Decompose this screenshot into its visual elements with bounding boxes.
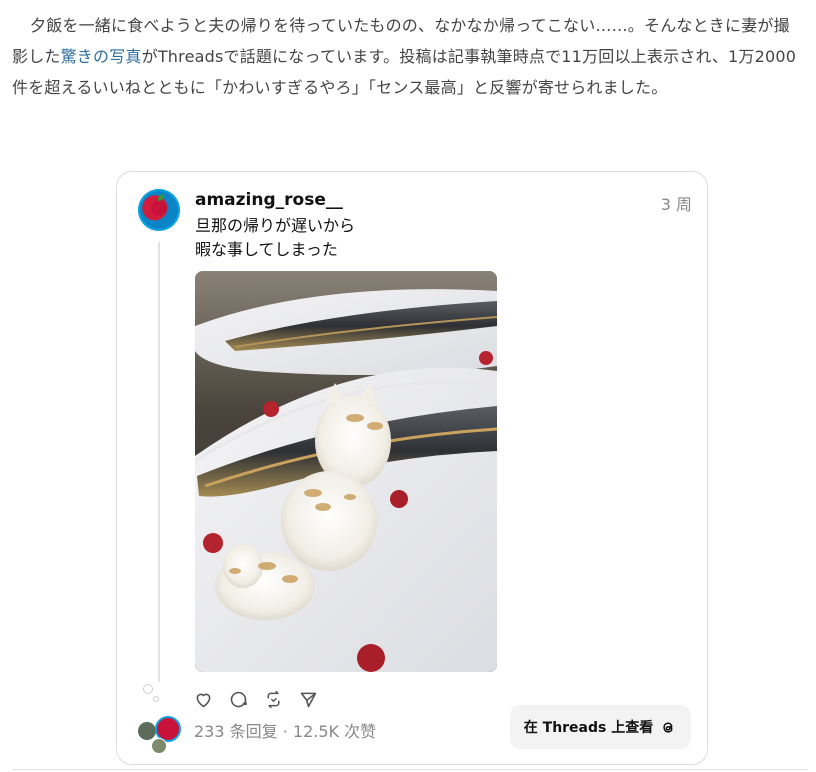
article-link-photo[interactable]: 驚きの写真 <box>61 47 142 66</box>
view-on-threads-label: 在 Threads 上查看 <box>523 720 654 736</box>
replier-avatar-3 <box>151 738 167 754</box>
post-time[interactable]: 3 周 <box>661 191 692 215</box>
post-text-line-2: 暇な事してしまった <box>195 240 338 259</box>
food-photo-illustration <box>195 271 497 672</box>
leaf-icon <box>158 194 164 201</box>
user-avatar[interactable] <box>138 189 180 231</box>
repost-icon[interactable] <box>263 689 284 710</box>
apple-icon <box>151 200 167 216</box>
post-photo[interactable] <box>195 271 497 672</box>
post-stats[interactable]: 233 条回复 · 12.5K 次赞 <box>194 718 376 742</box>
threads-logo-icon <box>663 722 673 733</box>
divider <box>12 769 808 770</box>
view-on-threads-button[interactable]: 在 Threads 上查看 <box>510 705 691 749</box>
replier-avatar-1 <box>137 721 157 741</box>
post-text: 旦那の帰りが遅いから 暇な事してしまった <box>195 214 355 262</box>
comment-icon[interactable] <box>228 689 249 710</box>
thread-end-dot-small <box>153 696 159 702</box>
article-paragraph: 夕飯を一緒に食べようと夫の帰りを待っていたものの、なかなか帰ってこない……。そん… <box>12 10 804 103</box>
thread-end-dot <box>143 684 153 694</box>
post-username[interactable]: amazing_rose__ <box>195 190 343 210</box>
thread-line <box>158 242 160 682</box>
heart-icon[interactable] <box>193 689 214 710</box>
post-actions <box>193 689 319 711</box>
share-icon[interactable] <box>298 689 319 710</box>
post-text-line-1: 旦那の帰りが遅いから <box>195 216 356 235</box>
replier-avatars <box>137 716 181 754</box>
